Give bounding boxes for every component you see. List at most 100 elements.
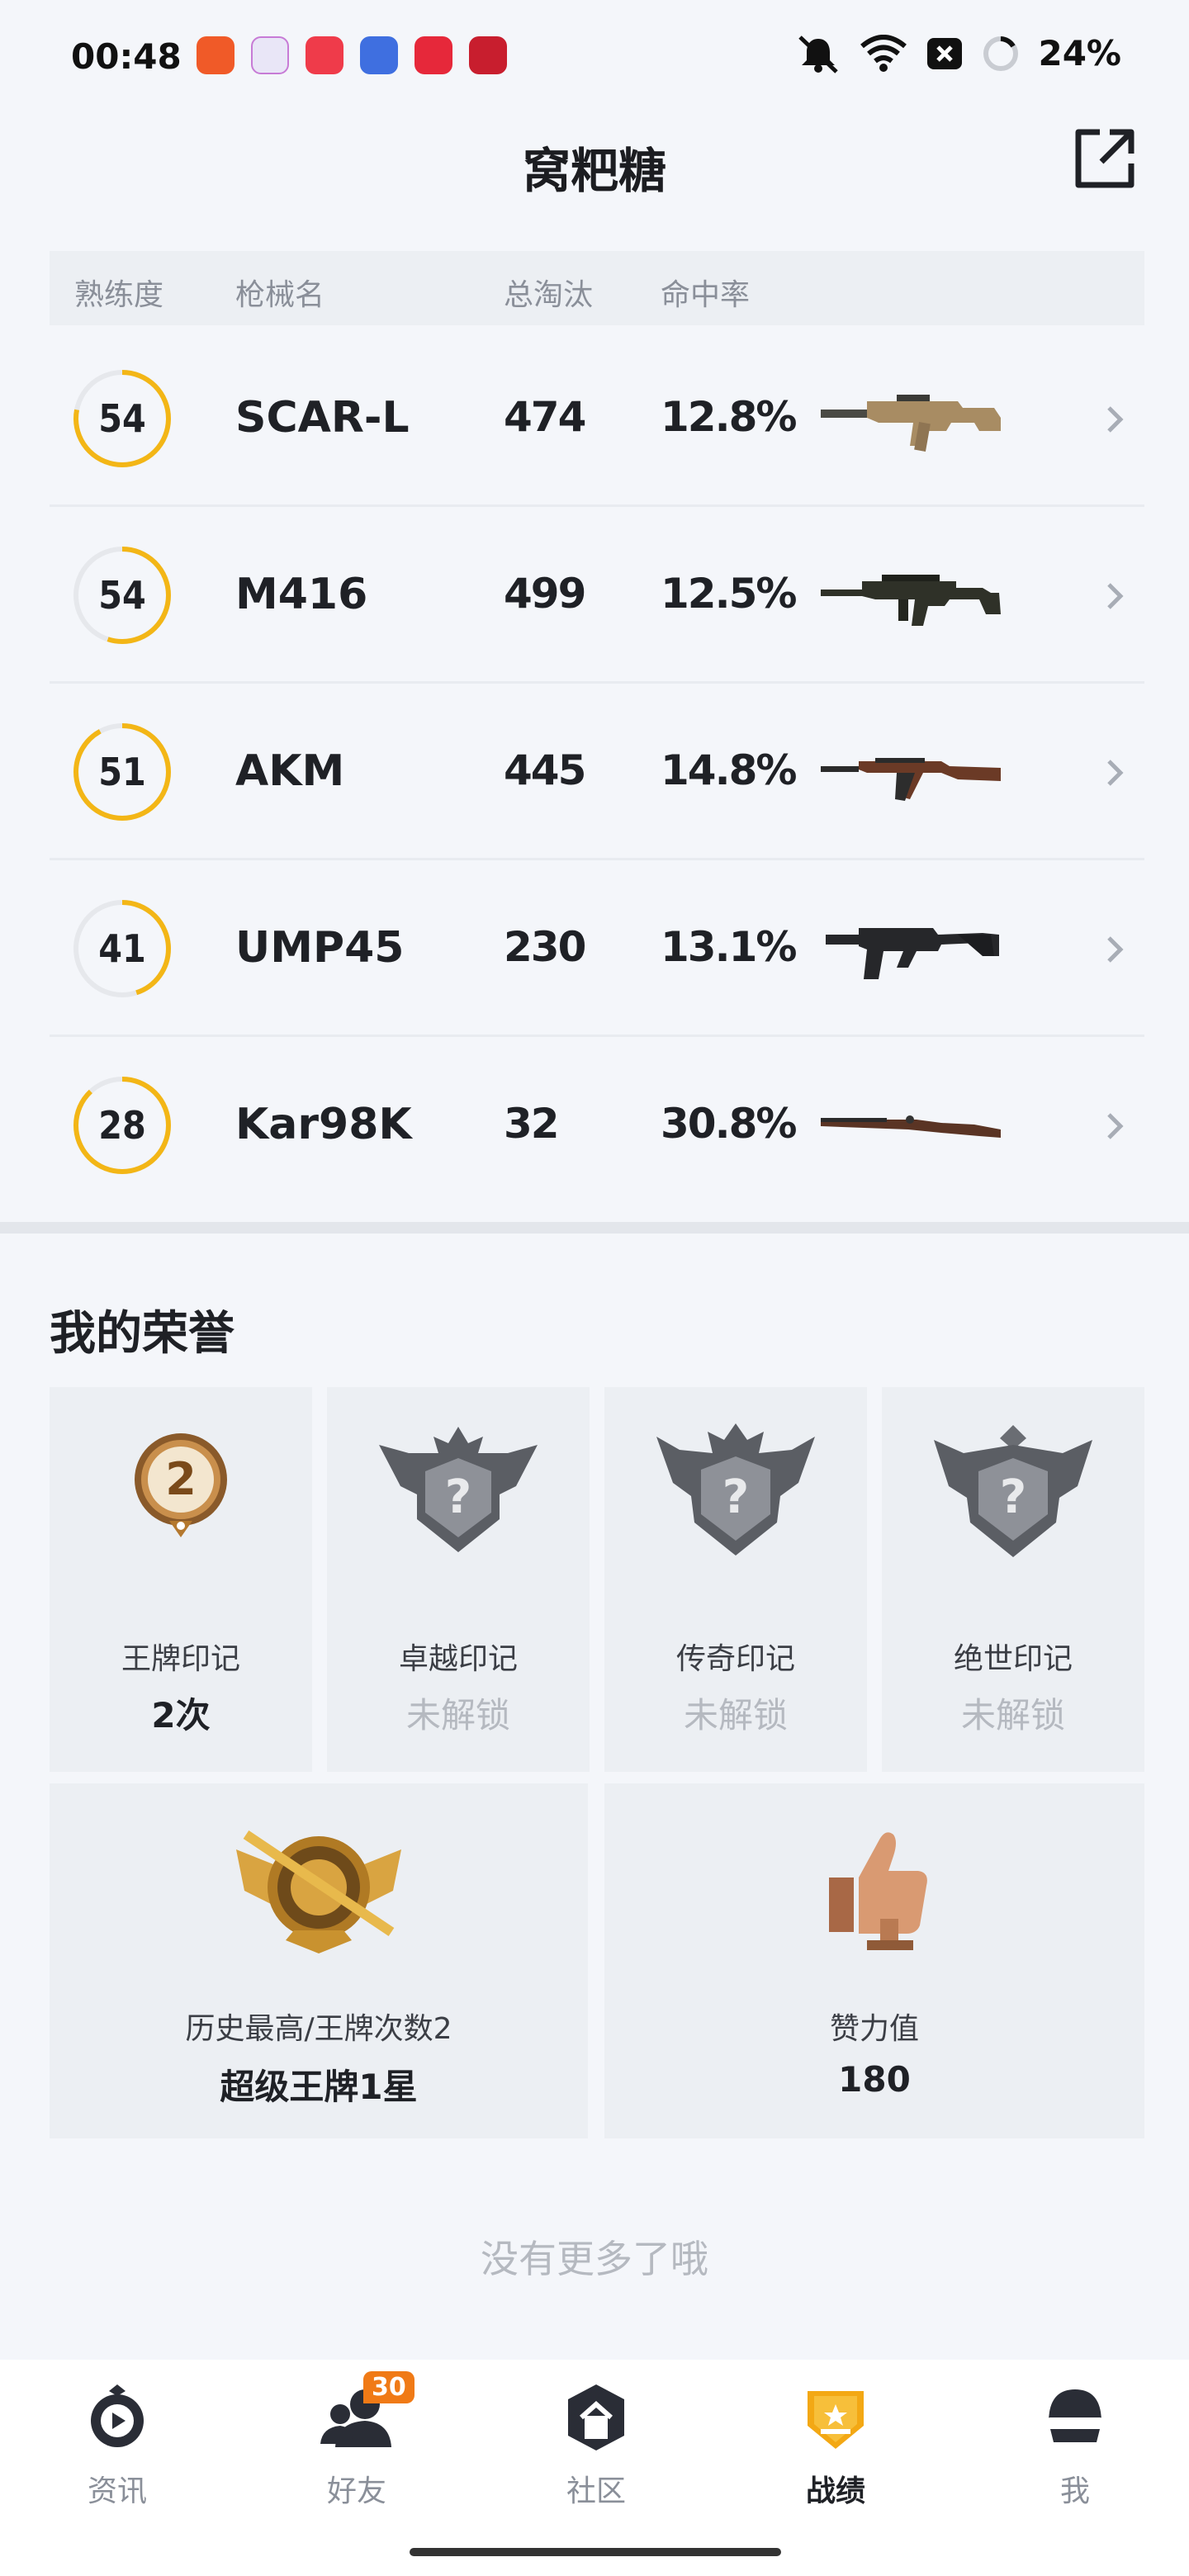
mute-icon — [798, 35, 839, 73]
app-notification-icon — [414, 36, 452, 74]
locked-mark-badge-icon: ? — [656, 1423, 815, 1556]
weapon-row[interactable]: 54 SCAR-L 474 12.8% — [50, 330, 1144, 507]
nav-item-community[interactable]: 社区 — [514, 2376, 679, 2510]
section-divider — [0, 1222, 1189, 1234]
honor-card-excellence-mark[interactable]: ? 卓越印记 未解锁 — [327, 1387, 590, 1772]
total-kills: 499 — [504, 570, 586, 618]
record-shield-icon — [808, 2391, 864, 2449]
kar98k-rifle-icon — [821, 1115, 1001, 1138]
ace-rank-emblem-icon — [236, 1830, 401, 1953]
proficiency-value: 28 — [98, 1103, 146, 1148]
gun-name: Kar98K — [235, 1100, 412, 1149]
nav-label: 社区 — [566, 2474, 626, 2508]
mark-label: 卓越印记 — [398, 1642, 518, 1676]
battery-percent: 24% — [1038, 33, 1121, 73]
status-bar: 00:48 24% — [0, 0, 1189, 107]
chevron-right-icon[interactable] — [1098, 756, 1131, 789]
app-notification-icon — [360, 36, 398, 74]
gun-name: SCAR-L — [235, 393, 410, 443]
mark-value: 未解锁 — [960, 1695, 1065, 1735]
weapon-row[interactable]: 41 UMP45 230 13.1% — [50, 860, 1144, 1037]
honor-card-ace-mark[interactable]: 2 王牌印记 2次 — [50, 1387, 312, 1772]
nav-item-records[interactable]: 战绩 — [753, 2376, 918, 2510]
chevron-right-icon[interactable] — [1098, 933, 1131, 966]
honor-card-likes[interactable]: 赞力值 180 — [604, 1783, 1144, 2138]
nav-item-me[interactable]: 我 — [992, 2376, 1158, 2510]
scar-l-rifle-icon — [821, 395, 1001, 452]
x-box-icon — [927, 37, 963, 69]
nav-label: 好友 — [326, 2474, 386, 2508]
akm-rifle-icon — [821, 758, 1001, 801]
app-notification-icon — [251, 36, 289, 74]
bottom-navigation: 资讯 30 好友 社区 战绩 我 — [0, 2360, 1189, 2576]
nav-label: 资讯 — [87, 2474, 147, 2508]
proficiency-value: 41 — [98, 926, 146, 971]
hit-rate: 12.5% — [661, 570, 797, 618]
m416-rifle-icon — [821, 575, 1001, 626]
share-external-icon[interactable] — [1072, 125, 1138, 192]
mark-value: 未解锁 — [405, 1695, 510, 1735]
community-hex-icon — [568, 2384, 624, 2451]
wifi-icon — [860, 34, 907, 72]
proficiency-ring: 41 — [71, 897, 173, 1000]
svg-text:?: ? — [445, 1470, 471, 1524]
svg-text:?: ? — [722, 1470, 749, 1524]
nav-item-news[interactable]: 资讯 — [35, 2376, 200, 2510]
proficiency-value: 54 — [98, 396, 146, 441]
honor-card-legend-mark[interactable]: ? 传奇印记 未解锁 — [604, 1387, 867, 1772]
chevron-right-icon[interactable] — [1098, 1110, 1131, 1143]
battery-ring-icon — [983, 36, 1019, 71]
mark-label: 传奇印记 — [675, 1642, 795, 1676]
mark-label: 绝世印记 — [953, 1642, 1073, 1676]
hit-rate: 30.8% — [661, 1100, 797, 1148]
proficiency-ring: 28 — [71, 1074, 173, 1177]
friends-count-badge: 30 — [363, 2371, 414, 2403]
hit-rate: 12.8% — [661, 393, 797, 441]
honor-card-peerless-mark[interactable]: ? 绝世印记 未解锁 — [882, 1387, 1144, 1772]
thumbs-up-trophy-icon — [829, 1832, 927, 1950]
weapon-row[interactable]: 54 M416 499 12.5% — [50, 507, 1144, 684]
ump45-smg-icon — [826, 928, 999, 979]
app-notification-icon — [306, 36, 343, 74]
mark-value: 未解锁 — [683, 1695, 788, 1735]
weapon-row[interactable]: 28 Kar98K 32 30.8% — [50, 1037, 1144, 1214]
highest-rank-value: 超级王牌1星 — [220, 2067, 418, 2107]
proficiency-value: 51 — [98, 750, 146, 794]
gun-name: AKM — [235, 746, 345, 796]
hit-rate: 13.1% — [661, 923, 797, 971]
honor-card-highest-rank[interactable]: 历史最高/王牌次数2 超级王牌1星 — [50, 1783, 588, 2138]
news-play-icon — [91, 2384, 144, 2447]
mark-value: 2次 — [151, 1695, 211, 1735]
home-indicator[interactable] — [410, 2548, 781, 2556]
locked-mark-badge-icon: ? — [379, 1427, 538, 1552]
gun-name: M416 — [235, 570, 368, 619]
chevron-right-icon[interactable] — [1098, 403, 1131, 436]
total-kills: 230 — [504, 923, 586, 971]
chevron-right-icon[interactable] — [1098, 580, 1131, 613]
app-notification-icon — [197, 36, 234, 74]
total-kills: 32 — [504, 1100, 560, 1148]
hit-rate: 14.8% — [661, 746, 797, 794]
status-indicators: 24% — [795, 33, 1121, 73]
notification-app-icons — [197, 36, 507, 74]
no-more-text: 没有更多了哦 — [481, 2237, 708, 2281]
svg-text:?: ? — [1000, 1470, 1026, 1524]
likes-label: 赞力值 — [829, 2012, 919, 2046]
locked-mark-badge-icon: ? — [934, 1425, 1092, 1557]
proficiency-value: 54 — [98, 573, 146, 618]
proficiency-ring: 54 — [71, 367, 173, 470]
likes-value: 180 — [838, 2059, 911, 2100]
page-title: 窝粑糖 — [522, 143, 666, 199]
nav-label: 战绩 — [805, 2474, 865, 2508]
weapon-row[interactable]: 51 AKM 445 14.8% — [50, 684, 1144, 860]
nav-item-friends[interactable]: 30 好友 — [274, 2371, 439, 2510]
highest-rank-label: 历史最高/王牌次数2 — [185, 2012, 452, 2046]
proficiency-ring: 51 — [71, 721, 173, 823]
proficiency-ring: 54 — [71, 544, 173, 646]
total-kills: 474 — [504, 393, 586, 441]
status-time: 00:48 — [71, 36, 182, 77]
column-header-gun-name: 枪械名 — [235, 278, 325, 312]
total-kills: 445 — [504, 746, 586, 794]
nav-label: 我 — [1059, 2474, 1090, 2508]
gun-name: UMP45 — [235, 923, 405, 973]
